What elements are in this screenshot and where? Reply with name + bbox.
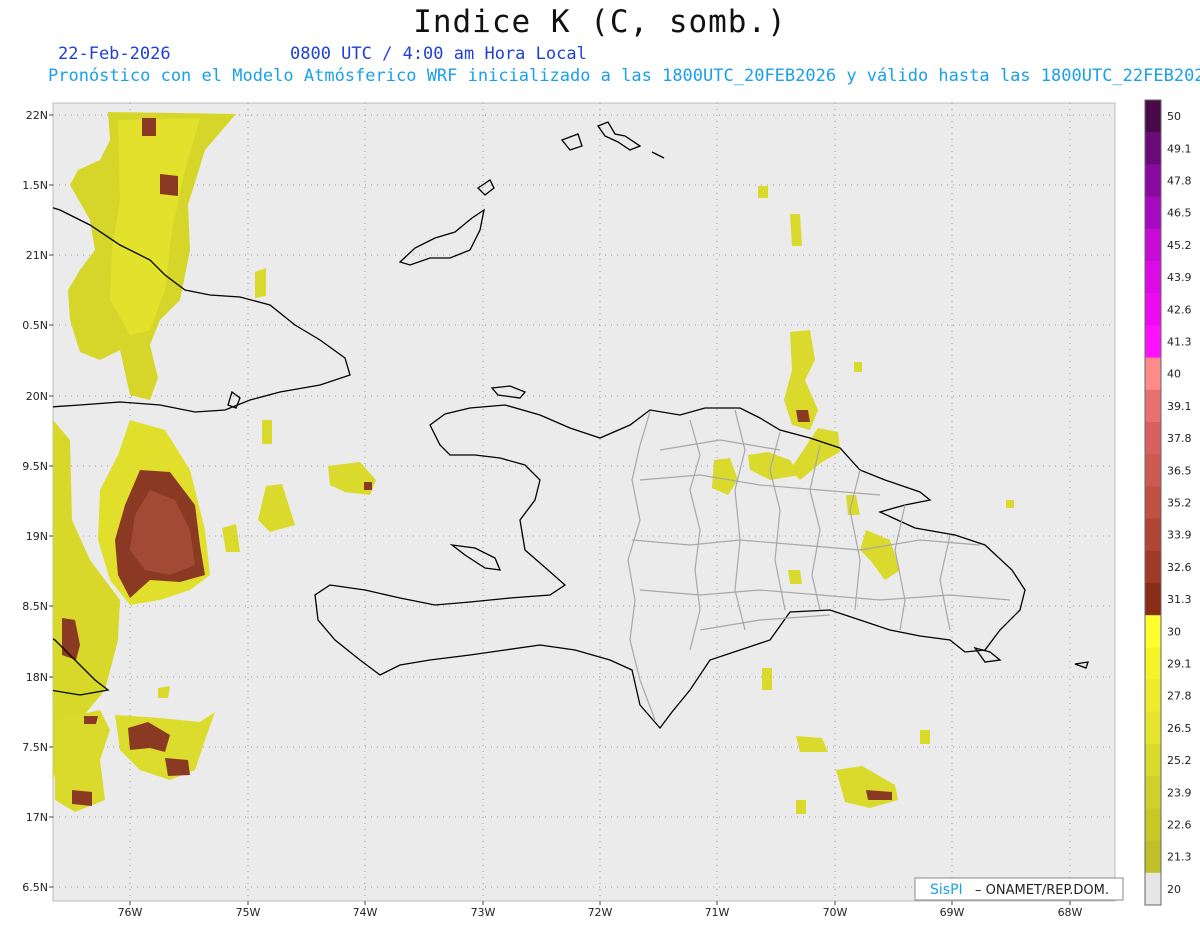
colorbar-label: 26.5 — [1167, 722, 1192, 735]
colorbar-label: 47.8 — [1167, 175, 1192, 188]
colorbar-label: 29.1 — [1167, 658, 1192, 671]
k-shade-brown — [796, 410, 810, 422]
credit-text: – ONAMET/REP.DOM. — [975, 883, 1109, 898]
k-shade-brown — [364, 482, 372, 490]
colorbar-label: 32.6 — [1167, 561, 1192, 574]
latitude-tick-label: 6.5N — [22, 881, 48, 894]
k-shade-yellow — [796, 800, 806, 814]
colorbar-label: 21.3 — [1167, 851, 1192, 864]
colorbar-swatch — [1145, 261, 1161, 294]
colorbar-label: 45.2 — [1167, 239, 1192, 252]
colorbar-label: 23.9 — [1167, 786, 1192, 799]
k-shade-brown — [142, 118, 156, 136]
k-shade-brown — [165, 758, 190, 776]
colorbar-swatch — [1145, 808, 1161, 842]
k-shade-brown — [84, 716, 98, 724]
latitude-tick-label: 8.5N — [22, 600, 48, 613]
k-shade-yellow — [790, 214, 802, 246]
colorbar-swatch — [1145, 293, 1161, 326]
colorbar-label: 40 — [1167, 368, 1181, 381]
colorbar-label: 46.5 — [1167, 207, 1192, 220]
colorbar-swatch — [1145, 357, 1161, 391]
longitude-tick-label: 75W — [236, 906, 261, 919]
colorbar-label: 37.8 — [1167, 432, 1192, 445]
colorbar-swatch — [1145, 486, 1161, 520]
latitude-tick-label: 18N — [26, 671, 48, 684]
k-shade-yellow — [158, 686, 170, 698]
colorbar-swatch — [1145, 454, 1161, 487]
latitude-tick-label: 0.5N — [22, 319, 48, 332]
longitude-tick-label: 72W — [588, 906, 613, 919]
credit-box: SisPI – ONAMET/REP.DOM. — [914, 877, 1124, 901]
colorbar-label: 50 — [1167, 110, 1181, 123]
k-shade-yellow — [788, 570, 802, 584]
longitude-tick-label: 68W — [1058, 906, 1083, 919]
colorbar-swatch — [1145, 615, 1161, 648]
longitude-tick-label: 76W — [118, 906, 143, 919]
colorbar: 50 49.1 47.8 46.5 45.2 43.9 42.6 41.3 40 39.1 37.8… — [1144, 99, 1192, 906]
colorbar-swatch — [1145, 840, 1161, 874]
colorbar-swatch — [1145, 228, 1161, 262]
colorbar-swatch — [1145, 679, 1161, 713]
colorbar-swatch — [1145, 389, 1161, 423]
colorbar-label: 42.6 — [1167, 303, 1192, 316]
colorbar-label: 49.1 — [1167, 142, 1192, 155]
colorbar-swatch — [1145, 100, 1161, 133]
latitude-tick-label: 22N — [26, 109, 48, 122]
k-shade-yellow — [920, 730, 930, 744]
colorbar-label: 39.1 — [1167, 400, 1192, 413]
colorbar-swatch — [1145, 164, 1161, 198]
colorbar-swatch — [1145, 132, 1161, 165]
colorbar-swatch — [1145, 422, 1161, 455]
k-shade-brown — [160, 174, 178, 196]
colorbar-swatch — [1145, 550, 1161, 584]
colorbar-label: 22.6 — [1167, 819, 1192, 832]
colorbar-label: 35.2 — [1167, 497, 1192, 510]
longitude-axis: 76W 75W 74W 73W 72W 71W 70W 69W 68W — [118, 901, 1083, 919]
longitude-tick-label: 70W — [823, 906, 848, 919]
colorbar-swatch — [1145, 196, 1161, 230]
longitude-tick-label: 69W — [940, 906, 965, 919]
k-shade-yellow — [854, 362, 862, 372]
colorbar-label: 27.8 — [1167, 690, 1192, 703]
latitude-tick-label: 21N — [26, 249, 48, 262]
colorbar-label: 20 — [1167, 883, 1181, 896]
latitude-tick-label: 17N — [26, 811, 48, 824]
latitude-tick-label: 19N — [26, 530, 48, 543]
credit-logo: SisPI — [930, 882, 963, 898]
latitude-axis: 22N 1.5N 21N 0.5N 20N 9.5N 19N 8.5N 18N 7.5N 17N 6.… — [22, 109, 53, 894]
latitude-tick-label: 9.5N — [22, 460, 48, 473]
colorbar-label: 43.9 — [1167, 271, 1192, 284]
colorbar-label: 33.9 — [1167, 529, 1192, 542]
latitude-tick-label: 1.5N — [22, 179, 48, 192]
colorbar-swatch — [1145, 744, 1161, 777]
k-shade-yellow — [762, 668, 772, 690]
colorbar-label: 31.3 — [1167, 593, 1192, 606]
latitude-tick-label: 20N — [26, 390, 48, 403]
colorbar-label: 25.2 — [1167, 754, 1192, 767]
k-shade-yellow — [758, 186, 768, 198]
colorbar-swatch — [1145, 711, 1161, 745]
colorbar-label: 30 — [1167, 625, 1181, 638]
k-shade-brown — [72, 790, 92, 806]
colorbar-swatch — [1145, 583, 1161, 616]
longitude-tick-label: 73W — [471, 906, 496, 919]
latitude-tick-label: 7.5N — [22, 741, 48, 754]
map-figure: 22N 1.5N 21N 0.5N 20N 9.5N 19N 8.5N 18N 7.5N 17N 6.… — [22, 99, 1192, 919]
longitude-tick-label: 74W — [353, 906, 378, 919]
colorbar-swatch — [1145, 776, 1161, 809]
colorbar-swatch — [1145, 872, 1161, 906]
colorbar-label: 36.5 — [1167, 464, 1192, 477]
colorbar-swatch — [1145, 325, 1161, 359]
longitude-tick-label: 71W — [705, 906, 730, 919]
colorbar-label: 41.3 — [1167, 336, 1192, 349]
map-plot-area — [52, 102, 1116, 902]
colorbar-swatch — [1145, 647, 1161, 681]
k-shade-yellow — [1006, 500, 1014, 508]
colorbar-swatch — [1145, 518, 1161, 552]
k-shade-yellow — [255, 268, 266, 298]
k-shade-yellow — [262, 420, 272, 444]
